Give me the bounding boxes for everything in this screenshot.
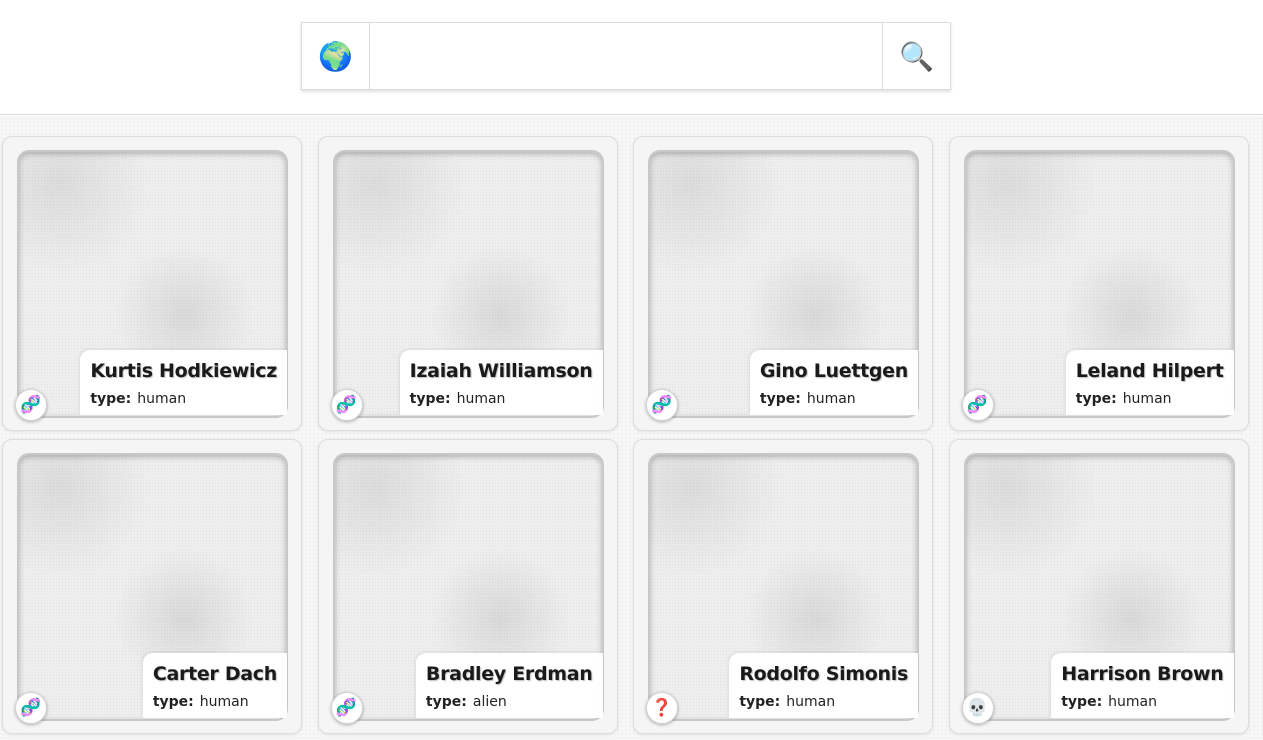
character-card[interactable]: Leland Hilpert type: human 🧬	[948, 136, 1249, 431]
character-name: Bradley Erdman	[425, 663, 593, 685]
character-name: Gino Luettgen	[759, 360, 908, 382]
search-bar: 🌍 🔍	[301, 22, 951, 90]
type-value: human	[199, 694, 249, 710]
character-info: Kurtis Hodkiewicz type: human	[80, 350, 287, 415]
dna-icon: 🧬	[15, 389, 47, 421]
header: 🌍 🔍	[0, 0, 1263, 115]
type-value: alien	[472, 694, 507, 710]
type-value: human	[1108, 694, 1158, 710]
character-type-row: type: human	[410, 391, 593, 407]
search-icon[interactable]: 🔍	[882, 23, 950, 89]
character-name: Izaiah Williamson	[409, 360, 593, 382]
character-info: Harrison Brown type: human	[1051, 653, 1234, 718]
character-grid: Kurtis Hodkiewicz type: human 🧬 Izaiah Willi…	[2, 136, 1249, 734]
character-type-row: type: alien	[426, 694, 593, 710]
character-info: Carter Dach type: human	[142, 653, 287, 718]
character-card[interactable]: Rodolfo Simonis type: human ❓	[633, 439, 933, 734]
dna-icon: 🧬	[646, 389, 678, 421]
skull-icon: 💀	[961, 692, 994, 724]
question-mark-icon: ❓	[646, 692, 678, 724]
character-name: Carter Dach	[152, 663, 277, 685]
character-name: Rodolfo Simonis	[739, 663, 908, 685]
type-label: type:	[759, 391, 801, 407]
character-grid-area: Kurtis Hodkiewicz type: human 🧬 Izaiah Willi…	[0, 116, 1263, 740]
character-card[interactable]: Bradley Erdman type: alien 🧬	[317, 439, 618, 734]
search-input[interactable]	[370, 23, 882, 89]
type-value: human	[806, 391, 856, 407]
character-card[interactable]: Gino Luettgen type: human 🧬	[633, 136, 933, 431]
character-type-row: type: human	[760, 391, 908, 407]
type-label: type:	[90, 391, 132, 407]
character-card[interactable]: Kurtis Hodkiewicz type: human 🧬	[2, 136, 302, 431]
type-label: type:	[152, 694, 194, 710]
type-label: type:	[1061, 694, 1103, 710]
character-info: Leland Hilpert type: human	[1065, 350, 1234, 415]
type-label: type:	[1075, 391, 1117, 407]
type-label: type:	[425, 694, 467, 710]
character-info: Rodolfo Simonis type: human	[729, 653, 918, 718]
dna-icon: 🧬	[330, 389, 363, 421]
type-value: human	[1122, 391, 1172, 407]
type-value: human	[456, 391, 506, 407]
character-name: Leland Hilpert	[1075, 360, 1224, 382]
character-card[interactable]: Izaiah Williamson type: human 🧬	[317, 136, 618, 431]
character-info: Gino Luettgen type: human	[749, 350, 918, 415]
character-info: Izaiah Williamson type: human	[399, 350, 603, 415]
character-card[interactable]: Carter Dach type: human 🧬	[2, 439, 302, 734]
character-card[interactable]: Harrison Brown type: human 💀	[948, 439, 1249, 734]
type-label: type:	[739, 694, 781, 710]
type-label: type:	[409, 391, 451, 407]
character-type-row: type: human	[90, 391, 277, 407]
character-type-row: type: human	[739, 694, 908, 710]
type-value: human	[786, 694, 836, 710]
type-value: human	[137, 391, 187, 407]
globe-icon[interactable]: 🌍	[302, 23, 370, 89]
dna-icon: 🧬	[330, 692, 363, 724]
character-type-row: type: human	[1061, 694, 1223, 710]
character-type-row: type: human	[1076, 391, 1224, 407]
dna-icon: 🧬	[15, 692, 47, 724]
character-info: Bradley Erdman type: alien	[415, 653, 603, 718]
dna-icon: 🧬	[961, 389, 994, 421]
character-name: Kurtis Hodkiewicz	[90, 360, 277, 382]
character-name: Harrison Brown	[1061, 663, 1224, 685]
character-type-row: type: human	[153, 694, 277, 710]
